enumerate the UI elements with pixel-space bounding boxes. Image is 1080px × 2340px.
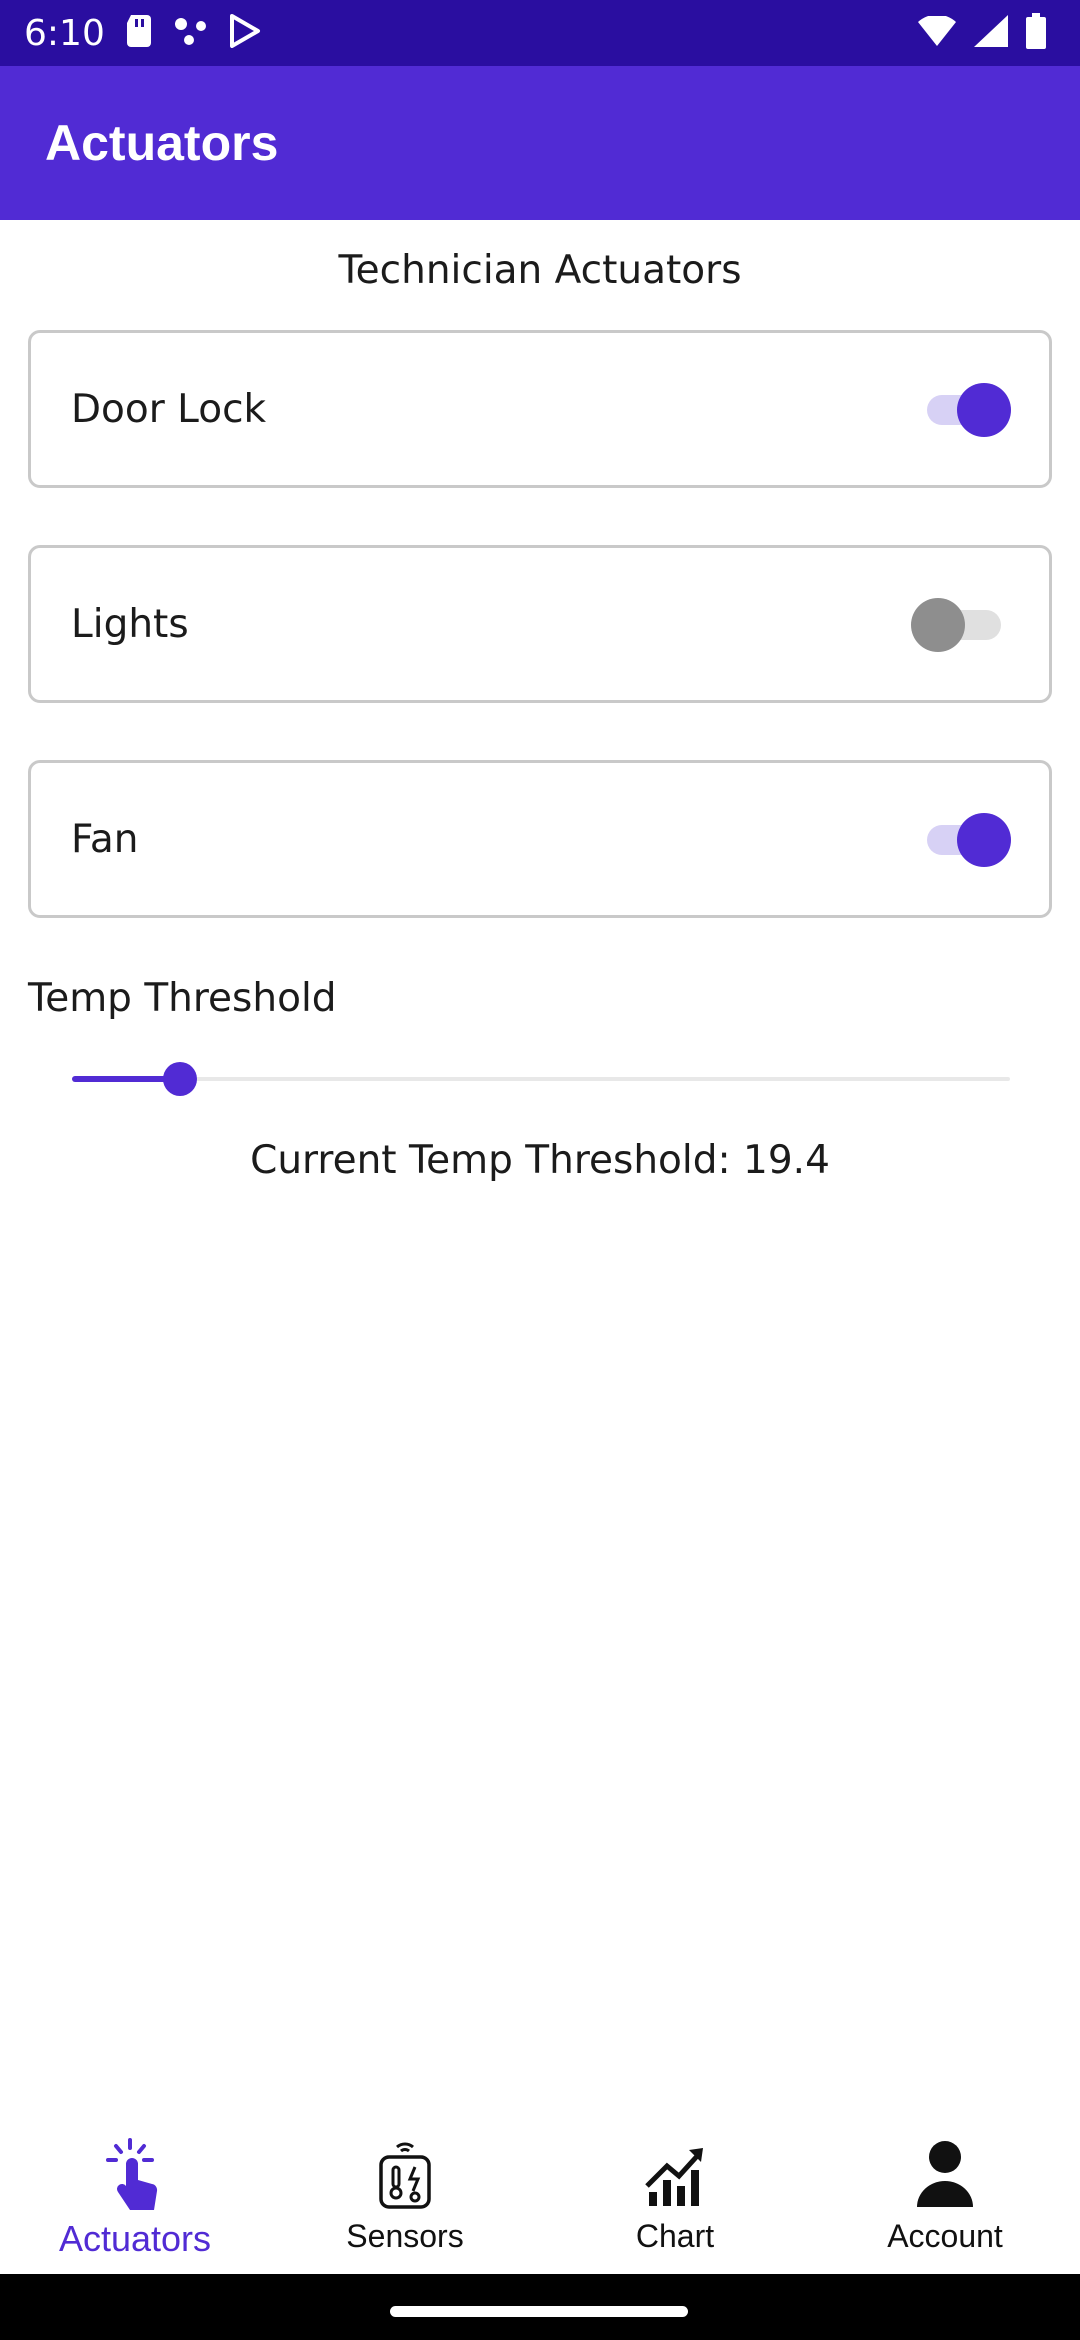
fan-toggle[interactable] [921,811,1011,867]
sd-card-icon [125,14,153,52]
dots-icon [173,16,209,51]
page-title: Actuators [45,115,279,171]
nav-item-account[interactable]: Account [810,2118,1080,2274]
signal-icon [974,14,1008,52]
app-bar: Actuators [0,66,1080,220]
play-store-icon [229,13,261,53]
door-lock-card: Door Lock [28,330,1052,488]
door-lock-label: Door Lock [71,386,267,432]
wifi-icon [918,14,956,51]
temp-threshold-value: Current Temp Threshold: 19.4 [250,1138,830,1183]
nav-label-account: Account [887,2218,1003,2254]
chart-growth-icon [635,2134,715,2214]
toggle-thumb [957,383,1011,437]
nav-label-actuators: Actuators [58,2218,212,2259]
status-bar: 6:10 [0,0,1080,66]
temp-threshold-slider[interactable] [72,1060,1010,1098]
sensor-device-icon [365,2134,445,2214]
fan-card: Fan [28,760,1052,918]
status-time: 6:10 [24,12,105,54]
slider-rail [72,1077,1010,1081]
touch-hand-icon [95,2134,175,2214]
nav-label-sensors: Sensors [346,2218,464,2254]
section-title: Technician Actuators [338,248,742,293]
bottom-nav: Actuators Sensors Chart Account [0,2118,1080,2274]
fan-label: Fan [71,816,139,862]
nav-item-actuators[interactable]: Actuators [0,2118,270,2274]
slider-knob[interactable] [162,1062,197,1096]
person-icon [905,2134,985,2214]
lights-card: Lights [28,545,1052,703]
nav-item-chart[interactable]: Chart [540,2118,810,2274]
door-lock-toggle[interactable] [921,381,1011,437]
home-gesture-bar[interactable] [390,2306,688,2317]
battery-icon [1026,12,1046,54]
toggle-thumb [957,813,1011,867]
lights-toggle[interactable] [911,596,1011,652]
temp-threshold-label: Temp Threshold [28,976,337,1021]
lights-label: Lights [71,601,189,647]
nav-item-sensors[interactable]: Sensors [270,2118,540,2274]
nav-label-chart: Chart [635,2218,715,2254]
toggle-thumb [911,598,965,652]
